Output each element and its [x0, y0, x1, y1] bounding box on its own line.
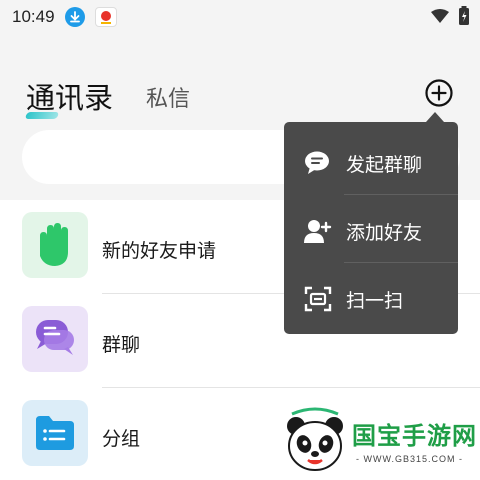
menu-item-scan[interactable]: 扫一扫 [284, 264, 458, 332]
menu-item-add-friend[interactable]: 添加好友 [284, 196, 458, 264]
scan-icon [304, 286, 332, 312]
menu-item-label: 发起群聊 [346, 154, 423, 176]
start-group-chat-icon [304, 150, 332, 176]
status-bar: 10:49 [0, 0, 480, 34]
list-item-label: 群聊 [102, 334, 141, 356]
download-icon [64, 7, 85, 27]
group-chat-icon [22, 306, 88, 372]
tab-contacts[interactable]: 通讯录 [26, 75, 113, 117]
menu-item-label: 扫一扫 [346, 290, 404, 312]
list-item-label: 新的好友申请 [102, 240, 217, 262]
waving-hand-icon [22, 212, 88, 278]
popup-arrow [426, 112, 444, 122]
menu-item-label: 添加好友 [346, 222, 423, 244]
folder-list-icon [22, 400, 88, 466]
panda-logo-icon [282, 406, 348, 476]
menu-divider [344, 194, 458, 195]
add-friend-icon [304, 218, 332, 244]
menu-divider [344, 262, 458, 263]
battery-icon [458, 6, 470, 30]
watermark-url: - WWW.GB315.COM - [356, 454, 463, 464]
wifi-icon [430, 8, 450, 28]
status-time: 10:49 [12, 7, 55, 26]
tab-messages[interactable]: 私信 [146, 81, 190, 113]
popup-menu: 发起群聊 添加好友 扫一扫 [284, 122, 458, 334]
app-notification-icon [94, 7, 117, 27]
menu-item-start-group-chat[interactable]: 发起群聊 [284, 128, 458, 196]
list-item-label: 分组 [102, 428, 141, 450]
header: 通讯录 私信 [0, 60, 480, 130]
watermark-brand: 国宝手游网 [352, 422, 477, 450]
plus-circle-icon[interactable] [424, 78, 454, 108]
watermark: 国宝手游网 - WWW.GB315.COM - [264, 400, 480, 480]
